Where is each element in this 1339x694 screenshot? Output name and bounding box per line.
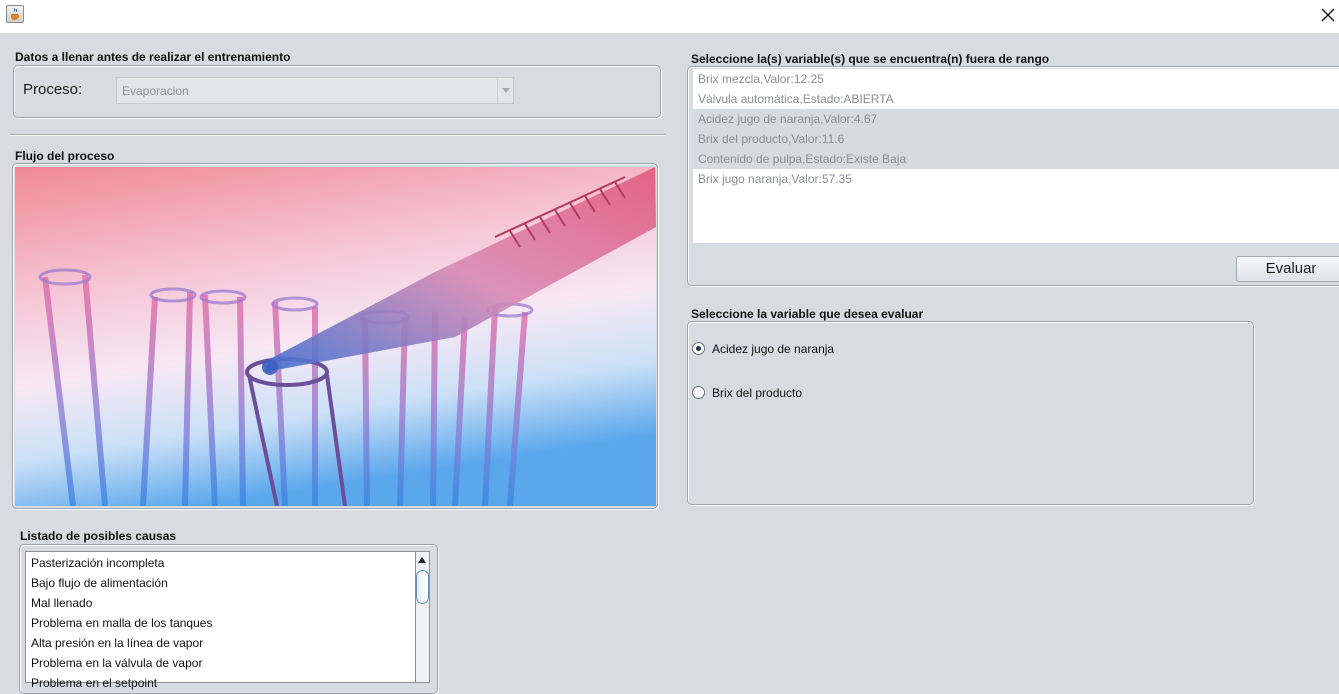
- causas-section-title: Listado de posibles causas: [20, 529, 177, 543]
- list-item[interactable]: Bajo flujo de alimentación: [31, 576, 168, 590]
- proceso-label: Proceso:: [23, 81, 83, 98]
- list-item-selected[interactable]: Acidez jugo de naranja,Valor:4.67: [693, 109, 1339, 129]
- proceso-combobox[interactable]: Evaporacion: [116, 77, 514, 104]
- evaluar-button[interactable]: Evaluar: [1236, 256, 1339, 282]
- radio-checked-icon[interactable]: [692, 342, 705, 355]
- horizontal-separator: [9, 134, 665, 136]
- causas-list[interactable]: Pasterización incompleta Bajo flujo de a…: [25, 551, 415, 690]
- radio-label: Acidez jugo de naranja: [712, 342, 835, 356]
- variable-evaluar-title: Seleccione la variable que desea evaluar: [691, 307, 924, 321]
- close-icon[interactable]: [1318, 4, 1338, 26]
- list-item[interactable]: Problema en malla de los tanques: [31, 616, 212, 630]
- list-item[interactable]: Brix mezcla,Valor:12.25: [693, 69, 1339, 89]
- list-item[interactable]: Mal llenado: [31, 596, 92, 610]
- list-item[interactable]: Problema en el setpoint: [31, 676, 157, 690]
- process-flow-image: [15, 167, 656, 506]
- list-item-selected[interactable]: Contenido de pulpa,Estado:Existe Baja: [693, 149, 1339, 169]
- window-titlebar: [0, 0, 1339, 33]
- list-item[interactable]: Alta presión en la línea de vapor: [31, 636, 203, 650]
- list-item[interactable]: Problema en la válvula de vapor: [31, 656, 202, 670]
- proceso-value: Evaporacion: [122, 84, 189, 98]
- flujo-section-title: Flujo del proceso: [15, 149, 115, 163]
- list-item[interactable]: Brix jugo naranja,Valor:57.35: [693, 169, 1339, 189]
- list-item[interactable]: Válvula automática,Estado:ABIERTA: [693, 89, 1339, 109]
- causas-scrollbar[interactable]: [415, 551, 430, 683]
- list-item[interactable]: Pasterización incompleta: [31, 556, 164, 570]
- list-item-selected[interactable]: Brix del producto,Valor:11.6: [693, 129, 1339, 149]
- java-cup-icon: [6, 5, 24, 23]
- scrollbar-thumb[interactable]: [416, 570, 429, 604]
- radio-label: Brix del producto: [712, 386, 803, 400]
- variables-fuera-list[interactable]: Brix mezcla,Valor:12.25 Válvula automáti…: [693, 69, 1339, 243]
- datos-section-title: Datos a llenar antes de realizar el entr…: [15, 50, 291, 64]
- radio-unchecked-icon[interactable]: [692, 386, 705, 399]
- chevron-down-icon[interactable]: [497, 78, 513, 103]
- variables-fuera-title: Seleccione la(s) variable(s) que se encu…: [691, 52, 1050, 66]
- scroll-up-arrow-icon[interactable]: [416, 552, 429, 569]
